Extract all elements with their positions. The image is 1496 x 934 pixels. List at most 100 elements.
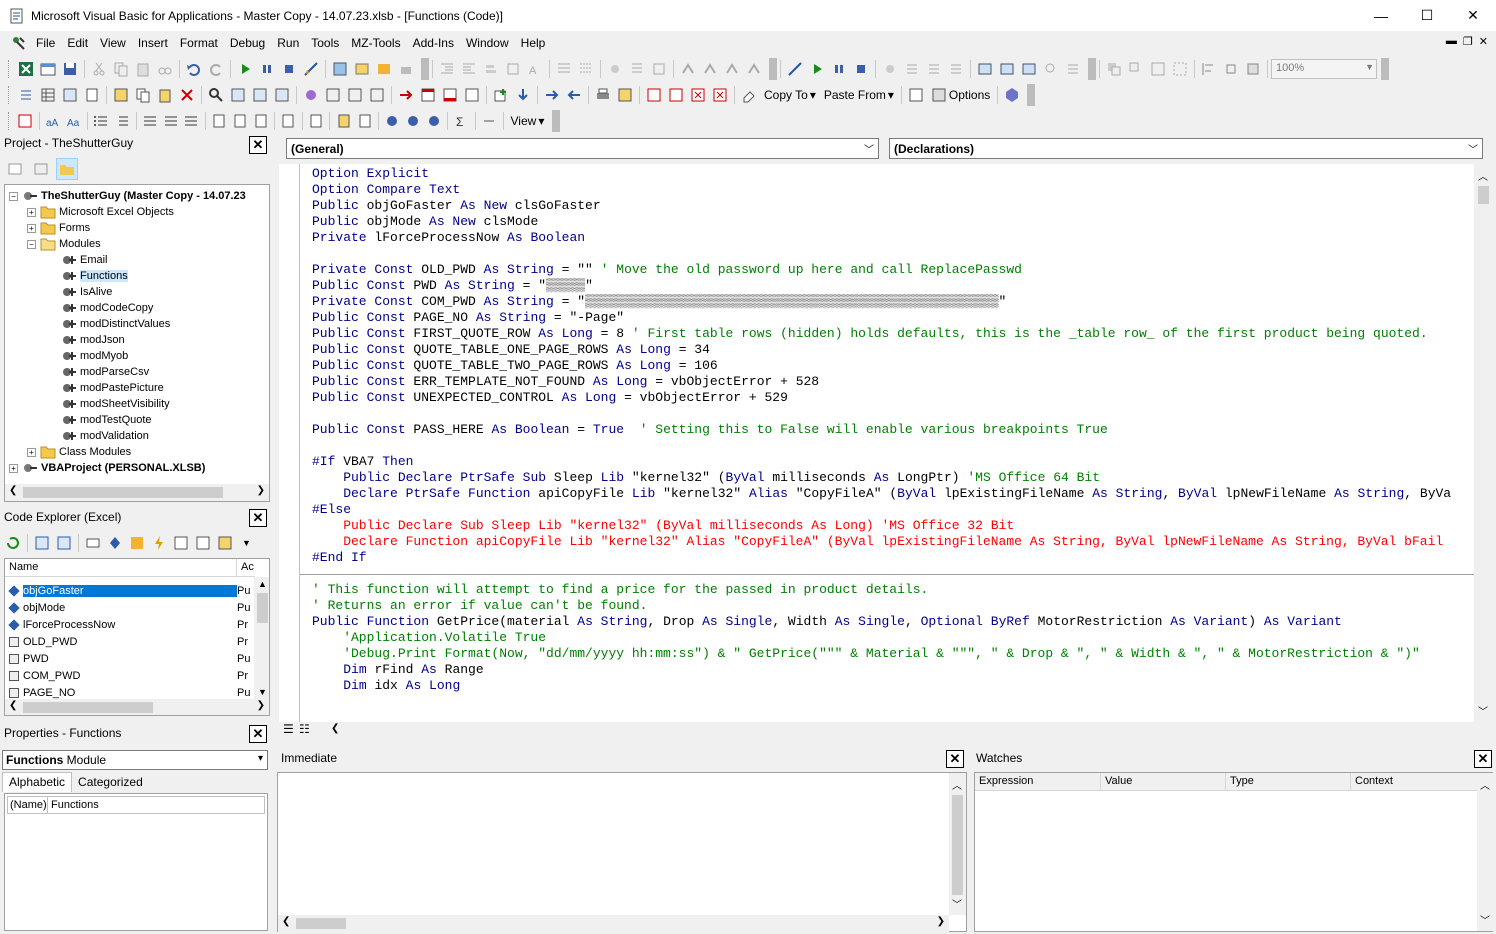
scroll-up-icon[interactable]: ︿ — [952, 777, 962, 792]
name-column-header[interactable]: Name — [5, 559, 237, 576]
code-line[interactable]: Dim idx As Long — [312, 678, 460, 694]
bring-to-front-icon[interactable] — [1103, 58, 1125, 80]
options-button[interactable]: Options — [927, 87, 994, 103]
tree-module-item[interactable]: modDistinctValues — [61, 316, 170, 332]
filter-properties-icon[interactable] — [104, 532, 126, 554]
call-stack-icon[interactable] — [1062, 58, 1084, 80]
code-explorer-row[interactable]: OLD_PWD Pr — [9, 634, 253, 650]
menu-help[interactable]: Help — [515, 36, 552, 50]
code-line[interactable]: Public Declare PtrSafe Sub Sleep Lib "ke… — [312, 470, 1100, 486]
mdi-close-button[interactable]: ✕ — [1479, 35, 1488, 48]
scroll-thumb[interactable] — [257, 593, 268, 623]
code-line[interactable]: Public Const QUOTE_TABLE_TWO_PAGE_ROWS A… — [312, 358, 718, 374]
code-line[interactable]: Public Const QUOTE_TABLE_ONE_PAGE_ROWS A… — [312, 342, 710, 358]
tree-folder-forms[interactable]: + Forms — [27, 220, 90, 236]
menu-window[interactable]: Window — [460, 36, 515, 50]
tree-module-item[interactable]: modSheetVisibility — [61, 396, 170, 412]
filter-functions-icon[interactable] — [170, 532, 192, 554]
context-column-header[interactable]: Context — [1351, 773, 1477, 790]
mz-copy-icon[interactable] — [132, 84, 154, 106]
tree-module-item[interactable]: modJson — [61, 332, 125, 348]
full-module-view-icon[interactable]: ☷ — [299, 722, 310, 736]
step-out-2-icon[interactable] — [945, 58, 967, 80]
scroll-down-icon[interactable]: ▼ — [258, 687, 267, 697]
toolbar-overflow-handle-4[interactable] — [1381, 58, 1389, 80]
font-size-icon[interactable]: A — [524, 58, 546, 80]
project-tree-hscrollbar[interactable]: ❮ ❯ — [5, 484, 269, 501]
immediate-text-area[interactable]: ︿ ﹀ ❮ ❯ — [277, 772, 967, 932]
insert-userform-icon[interactable] — [37, 58, 59, 80]
break-icon[interactable] — [256, 58, 278, 80]
new-doc-icon[interactable] — [354, 110, 375, 132]
view-button[interactable]: View ▾ — [507, 114, 549, 128]
mz-print-icon[interactable] — [592, 84, 614, 106]
code-explorer-hscrollbar[interactable]: ❮ ❯ — [5, 699, 269, 715]
properties-object-select[interactable]: Functions Module ▾ — [2, 750, 268, 770]
sort-procedures-icon[interactable] — [140, 110, 161, 132]
mdi-minimize-button[interactable]: ▬ — [1446, 35, 1457, 48]
watches-vscrollbar[interactable]: ︿ ﹀ — [1477, 773, 1494, 931]
code-line[interactable]: 'Debug.Print Format(Now, "dd/mm/yyyy hh:… — [312, 646, 1420, 662]
step-over-2-icon[interactable] — [923, 58, 945, 80]
code-line[interactable]: Private Const COM_PWD As String = "▒▒▒▒▒… — [312, 294, 1006, 310]
mz-footer-icon[interactable] — [439, 84, 461, 106]
procedure-view-icon[interactable]: ☰ — [283, 722, 294, 736]
copy-icon[interactable] — [110, 58, 132, 80]
code-line[interactable]: Private Const OLD_PWD As String = "" ' M… — [312, 262, 1022, 278]
toolbar-overflow-handle[interactable] — [421, 58, 429, 80]
code-line[interactable]: Public objGoFaster As New clsGoFaster — [312, 198, 601, 214]
close-button[interactable]: ✕ — [1450, 0, 1496, 31]
tab-alphabetic[interactable]: Alphabetic — [2, 772, 73, 792]
code-line[interactable]: Option Compare Text — [312, 182, 460, 198]
tree-module-item[interactable]: modCodeCopy — [61, 300, 153, 316]
debug-reset-icon[interactable] — [850, 58, 872, 80]
center-icon[interactable] — [1220, 58, 1242, 80]
sigma-icon[interactable]: Σ — [451, 110, 472, 132]
breakpoint-icon[interactable] — [879, 58, 901, 80]
project-explorer-icon[interactable] — [329, 58, 351, 80]
mz-add-procedure-icon[interactable] — [300, 84, 322, 106]
code-line[interactable]: Public Const UNEXPECTED_CONTROL As Long … — [312, 390, 788, 406]
code-line[interactable]: Public Const PASS_HERE As Boolean = True… — [312, 422, 1108, 438]
mz-globe-icon[interactable] — [382, 110, 403, 132]
uppercase-icon[interactable]: aA — [43, 110, 64, 132]
expand-icon[interactable]: + — [9, 463, 18, 473]
scroll-thumb[interactable] — [1478, 186, 1489, 204]
mz-favorites-icon[interactable] — [249, 84, 271, 106]
code-line[interactable]: Public objMode As New clsMode — [312, 214, 538, 230]
tree-module-item[interactable]: modTestQuote — [61, 412, 152, 428]
code-line[interactable]: Public Const PAGE_NO As String = "-Page" — [312, 310, 624, 326]
expand-icon[interactable]: + — [27, 207, 36, 217]
paste-from-button[interactable]: Paste From ▾ — [820, 88, 898, 102]
tree-module-item[interactable]: modMyob — [61, 348, 128, 364]
lowercase-icon[interactable]: Aa — [63, 110, 84, 132]
scroll-right-icon[interactable]: ❯ — [257, 485, 265, 496]
code-explorer-row[interactable]: objMode Pu — [8, 600, 253, 616]
menu-view[interactable]: View — [94, 36, 132, 50]
mz-arrows-icon[interactable] — [479, 110, 500, 132]
scroll-up-icon[interactable]: ︿ — [1480, 777, 1490, 792]
design-toggle-icon[interactable] — [784, 58, 806, 80]
scroll-down-icon[interactable]: ﹀ — [1480, 912, 1490, 927]
watches-close-button[interactable]: ✕ — [1474, 750, 1492, 768]
tree-module-item[interactable]: modParseCsv — [61, 364, 149, 380]
scroll-up-icon[interactable]: ︿ — [1478, 168, 1488, 183]
scroll-up-icon[interactable]: ▲ — [258, 579, 267, 589]
tree-folder-excel-objects[interactable]: + Microsoft Excel Objects — [27, 204, 174, 220]
toolbar-grip[interactable] — [8, 60, 11, 78]
filter-events-icon[interactable] — [148, 532, 170, 554]
toolbar-grip-2[interactable] — [8, 86, 11, 104]
toolbar-overflow-handle-2[interactable] — [769, 58, 777, 80]
bullet-list-icon[interactable] — [91, 110, 112, 132]
code-explorer-row[interactable]: COM_PWD Pr — [9, 668, 253, 684]
mz-paste-icon[interactable] — [154, 84, 176, 106]
find-icon[interactable] — [154, 58, 176, 80]
toolbar-overflow-handle-6[interactable] — [552, 110, 560, 132]
export-icon[interactable] — [53, 532, 75, 554]
code-editor[interactable]: Option Explicit Option Compare Text Public… — [300, 164, 1474, 722]
toolbox-icon[interactable] — [395, 58, 417, 80]
refresh-icon[interactable] — [2, 532, 24, 554]
menu-file[interactable]: File — [30, 36, 61, 50]
help-icon[interactable] — [1001, 84, 1023, 106]
scroll-thumb[interactable] — [952, 795, 963, 895]
